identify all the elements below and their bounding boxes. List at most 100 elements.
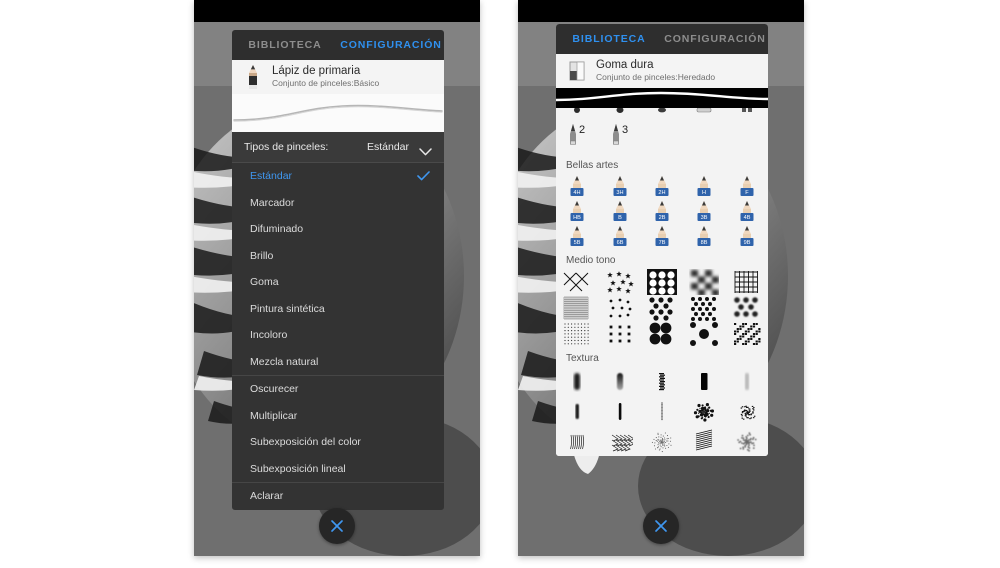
screenshot-stage: BIBLIOTECA CONFIGURACIÓN Lápiz de primar… [0, 0, 1000, 568]
menu-item-brillo[interactable]: Brillo [232, 243, 444, 270]
brush-thumb-pencil-hb[interactable]: HB [556, 199, 598, 224]
svg-text:3B: 3B [701, 215, 708, 221]
menu-item-label: Goma [250, 276, 279, 289]
brush-thumb-pen-2[interactable]: 2 [556, 116, 598, 154]
brush-thumb-pencil-8b[interactable]: 8B [683, 224, 725, 249]
panel-tabbar: BIBLIOTECA CONFIGURACIÓN [232, 30, 444, 60]
brush-thumb-pencil-5b[interactable]: 5B [556, 224, 598, 249]
brush-thumb-rough-bar[interactable] [641, 367, 683, 397]
eraser-icon [566, 58, 588, 84]
menu-item-label: Brillo [250, 249, 274, 262]
brush-thumb-hatch-brush[interactable] [556, 427, 598, 456]
brush-thumb-square-dots[interactable] [598, 321, 640, 347]
brush-thumb-big-circles[interactable] [641, 321, 683, 347]
brush-thumb-stipple[interactable] [641, 427, 683, 456]
brush-title: Goma dura [596, 59, 654, 71]
brush-thumb-pencil-7b[interactable]: 7B [641, 224, 683, 249]
brush-thumb-pencil-b[interactable]: B [598, 199, 640, 224]
tab-configuracion[interactable]: CONFIGURACIÓN [338, 39, 444, 51]
brush-thumb-pencil-4b[interactable]: 4B [726, 199, 768, 224]
brush-thumb[interactable] [641, 108, 683, 116]
brush-thumb-pencil-4h[interactable]: 4H [556, 174, 598, 199]
brush-thumb-soft-dot-check[interactable] [726, 295, 768, 321]
library-scroll-area[interactable]: 2 3 Bellas artes 4H 3H 2H H F HB B 2B 3B… [556, 108, 768, 456]
brush-header[interactable]: Lápiz de primaria Conjunto de pinceles:B… [232, 60, 444, 94]
brush-thumb-dot-ring[interactable] [683, 321, 725, 347]
brush-thumb-crosshatch-diamond[interactable] [556, 269, 598, 295]
brush-thumb-dense-grid[interactable] [556, 295, 598, 321]
brush-thumb-pen-3[interactable]: 3 [598, 116, 640, 154]
brush-thumb-blur-check[interactable] [683, 269, 725, 295]
pencil-icon [242, 64, 264, 90]
menu-item-goma[interactable]: Goma [232, 269, 444, 296]
brush-thumb-soft-bar[interactable] [556, 367, 598, 397]
menu-item-label: Subexposición lineal [250, 462, 346, 475]
brush-thumb-pencil-2b[interactable]: 2B [641, 199, 683, 224]
brush-thumb-stars[interactable] [598, 269, 640, 295]
menu-item-subexposicion-del-color[interactable]: Subexposición del color [232, 429, 444, 456]
brush-stroke-preview [556, 88, 768, 108]
brush-thumb[interactable] [556, 108, 598, 116]
close-button[interactable] [319, 508, 355, 544]
brush-thumb[interactable] [726, 108, 768, 116]
svg-text:9B: 9B [743, 240, 750, 246]
tab-configuracion[interactable]: CONFIGURACIÓN [662, 33, 768, 45]
brush-thumb-sharp-bar[interactable] [598, 397, 640, 427]
brush-library-panel: BIBLIOTECA CONFIGURACIÓN Goma dura Conju… [556, 24, 768, 456]
menu-item-difuminado[interactable]: Difuminado [232, 216, 444, 243]
status-bar [518, 0, 804, 22]
menu-item-label: Aclarar [250, 490, 284, 503]
close-button[interactable] [643, 508, 679, 544]
svg-text:5B: 5B [574, 240, 581, 246]
brush-thumb-dot-check[interactable] [641, 295, 683, 321]
menu-item-multiplicar[interactable]: Multiplicar [232, 403, 444, 430]
tab-biblioteca[interactable]: BIBLIOTECA [232, 39, 338, 51]
brush-types-row[interactable]: Tipos de pinceles: Estándar [232, 132, 444, 163]
brush-thumb[interactable] [598, 108, 640, 116]
svg-text:3H: 3H [616, 190, 623, 196]
menu-item-aclarar[interactable]: Aclarar [232, 482, 444, 510]
tab-biblioteca[interactable]: BIBLIOTECA [556, 33, 662, 45]
brush-thumb-light-bar[interactable] [726, 367, 768, 397]
brush-thumb-thin-bar[interactable] [556, 397, 598, 427]
brush-thumb-splatter[interactable] [683, 397, 725, 427]
menu-item-incoloro[interactable]: Incoloro [232, 322, 444, 349]
brush-thumb-weave-noise[interactable] [726, 321, 768, 347]
settings-phone: BIBLIOTECA CONFIGURACIÓN Lápiz de primar… [194, 0, 480, 556]
menu-item-estandar[interactable]: Estándar [232, 163, 444, 190]
chevron-down-icon[interactable] [419, 143, 432, 156]
brush-thumb-pencil-6b[interactable]: 6B [598, 224, 640, 249]
brush-thumb-pencil-3b[interactable]: 3B [683, 199, 725, 224]
brush-thumb-dotted-line[interactable] [641, 397, 683, 427]
brush-thumb-pencil-2h[interactable]: 2H [641, 174, 683, 199]
brush-thumb-circle-mesh[interactable] [641, 269, 683, 295]
brush-thumb[interactable] [683, 108, 725, 116]
brush-thumb-diagonal-hatch[interactable] [683, 427, 725, 456]
brush-thumb-pencil-f[interactable]: F [726, 174, 768, 199]
brush-type-menu: Estándar Marcador Difuminado Brillo Goma… [232, 163, 444, 510]
menu-item-mezcla-natural[interactable]: Mezcla natural [232, 349, 444, 376]
brush-thumb-empty [683, 116, 725, 154]
brush-thumb-empty [641, 116, 683, 154]
brush-header[interactable]: Goma dura Conjunto de pinceles:Heredado [556, 54, 768, 88]
brush-thumb-sparse-dots[interactable] [598, 295, 640, 321]
brush-thumb-gradient-bar[interactable] [598, 367, 640, 397]
brush-thumb-smudge[interactable] [726, 427, 768, 456]
menu-item-label: Difuminado [250, 223, 304, 236]
brush-thumb-hard-bar[interactable] [683, 367, 725, 397]
menu-item-pintura-sintetica[interactable]: Pintura sintética [232, 296, 444, 323]
menu-item-subexposicion-lineal[interactable]: Subexposición lineal [232, 456, 444, 483]
status-bar [194, 0, 480, 22]
brush-thumb-diag-dot-check[interactable] [683, 295, 725, 321]
menu-item-oscurecer[interactable]: Oscurecer [232, 375, 444, 403]
brush-thumb-pencil-h[interactable]: H [683, 174, 725, 199]
brush-thumb-pencil-3h[interactable]: 3H [598, 174, 640, 199]
menu-item-label: Marcador [250, 196, 295, 209]
brush-header-text: Goma dura Conjunto de pinceles:Heredado [596, 59, 715, 83]
brush-thumb-pencil-9b[interactable]: 9B [726, 224, 768, 249]
brush-thumb-fine-grid[interactable] [726, 269, 768, 295]
brush-thumb-speckle[interactable] [726, 397, 768, 427]
menu-item-marcador[interactable]: Marcador [232, 190, 444, 217]
brush-thumb-micro-dots[interactable] [556, 321, 598, 347]
brush-thumb-scribble[interactable] [598, 427, 640, 456]
